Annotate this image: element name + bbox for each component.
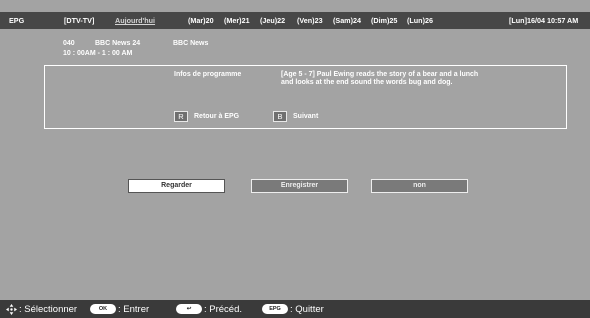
back-to-epg-label[interactable]: Retour à EPG — [194, 113, 239, 120]
red-key-icon: R — [174, 111, 188, 122]
epg-key-icon: EPG — [262, 304, 288, 314]
tab-day-mer[interactable]: (Mer)21 — [224, 16, 250, 25]
tab-day-dim[interactable]: (Dim)25 — [371, 16, 397, 25]
enter-hint: : Entrer — [118, 304, 150, 315]
date-time: [Lun]16/04 10:57 AM — [509, 16, 579, 25]
tab-today[interactable]: Aujourd'hui — [115, 16, 155, 25]
no-button[interactable]: non — [371, 179, 468, 193]
program-description: [Age 5 - 7] Paul Ewing reads the story o… — [281, 71, 479, 86]
tab-day-sam[interactable]: (Sam)24 — [333, 16, 361, 25]
blue-key-icon: B — [273, 111, 287, 122]
next-label[interactable]: Suivant — [293, 113, 318, 120]
main-panel: EPG [DTV-TV] Aujourd'hui (Mar)20 (Mer)21… — [0, 0, 590, 300]
source-label: [DTV-TV] — [64, 16, 95, 25]
footer-bar: : Sélectionner OK : Entrer ↩ : Précéd. E… — [0, 300, 590, 318]
epg-screen: EPG [DTV-TV] Aujourd'hui (Mar)20 (Mer)21… — [0, 0, 590, 318]
tab-day-lun[interactable]: (Lun)26 — [407, 16, 433, 25]
record-button[interactable]: Enregistrer — [251, 179, 348, 193]
return-key-icon: ↩ — [176, 304, 202, 314]
watch-button[interactable]: Regarder — [128, 179, 225, 193]
dpad-icon — [6, 304, 17, 315]
channel-number: 040 — [63, 40, 75, 47]
program-time: 10 : 00AM - 1 : 00 AM — [63, 50, 133, 57]
tab-day-mar[interactable]: (Mar)20 — [188, 16, 214, 25]
epg-title: EPG — [9, 16, 25, 25]
previous-hint: : Précéd. — [204, 304, 243, 315]
ok-key-icon: OK — [90, 304, 116, 314]
info-label: Infos de programme — [174, 71, 242, 78]
channel-name: BBC News 24 — [95, 40, 141, 47]
epg-header-bar: EPG [DTV-TV] Aujourd'hui (Mar)20 (Mer)21… — [0, 12, 590, 29]
select-hint: : Sélectionner — [19, 304, 78, 315]
quit-hint: : Quitter — [290, 304, 324, 315]
program-title: BBC News — [173, 40, 209, 47]
program-info-box: Infos de programme [Age 5 - 7] Paul Ewin… — [44, 65, 567, 129]
tab-day-jeu[interactable]: (Jeu)22 — [260, 16, 285, 25]
tab-day-ven[interactable]: (Ven)23 — [297, 16, 323, 25]
